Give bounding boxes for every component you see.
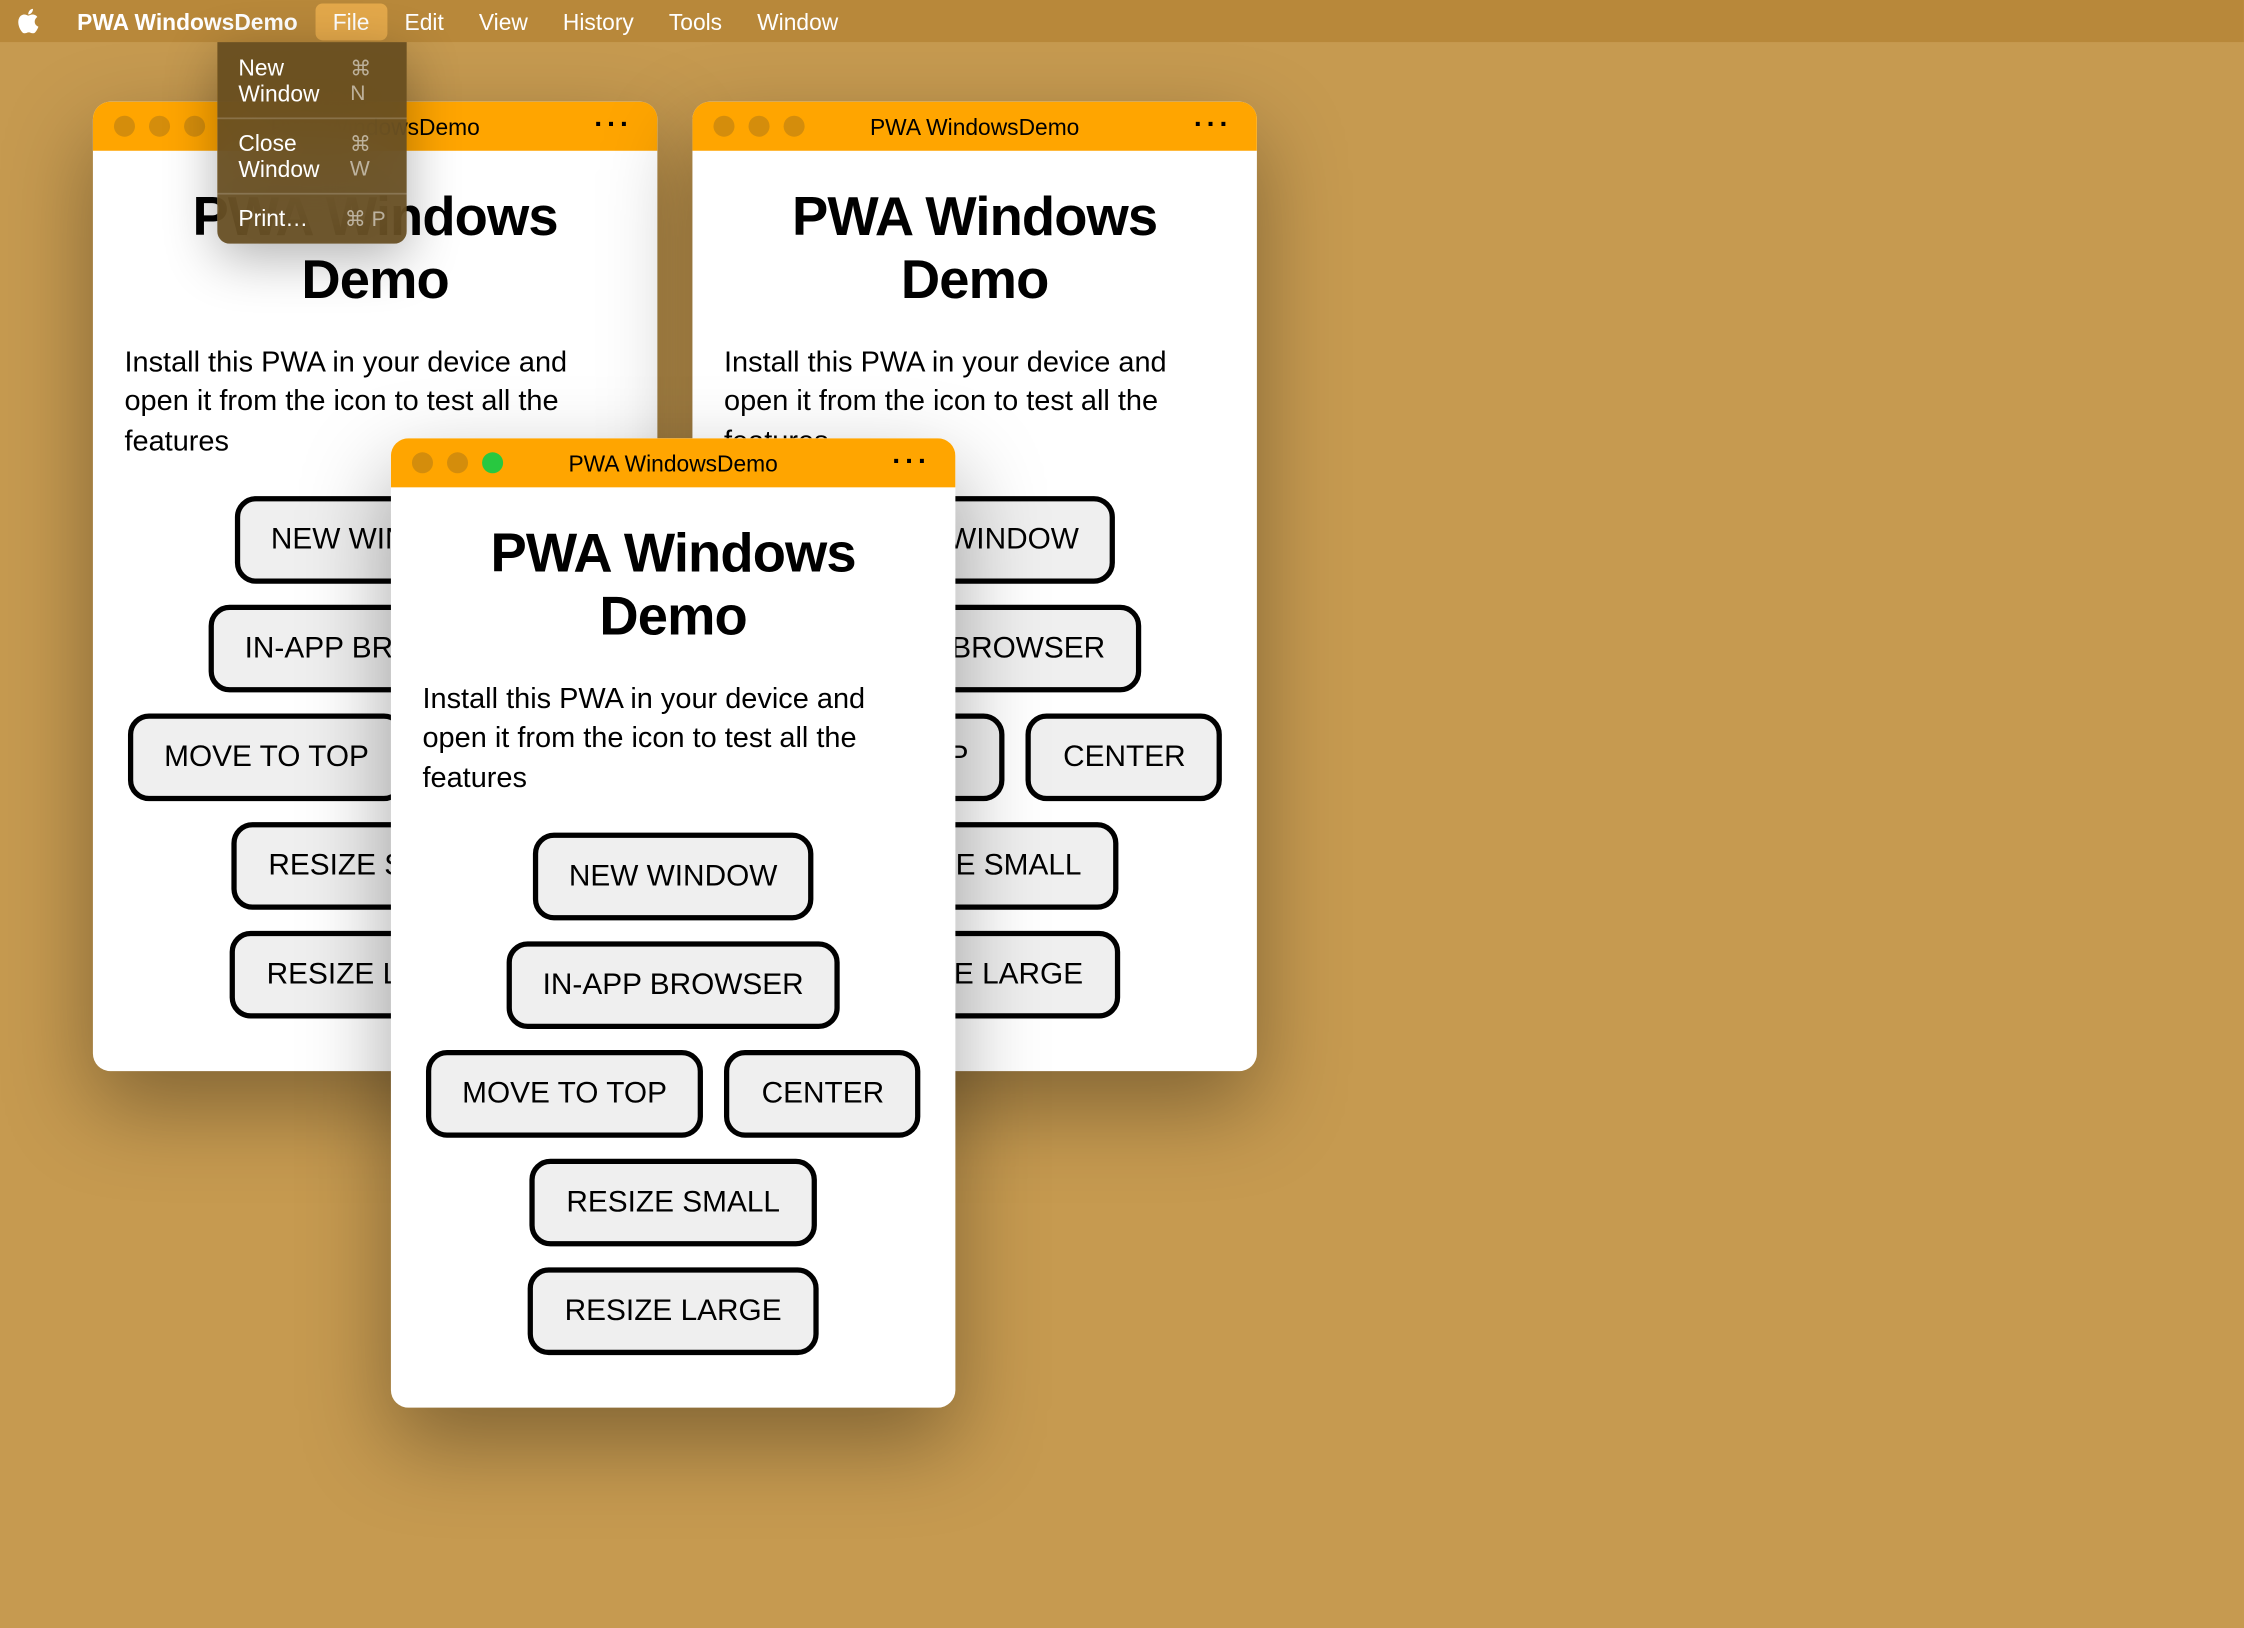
minimize-icon[interactable] (447, 452, 468, 473)
resize-small-button[interactable]: RESIZE SMALL (530, 1158, 817, 1246)
page-heading: PWA Windows Demo (724, 186, 1225, 312)
titlebar[interactable]: PWA WindowsDemo ··· (391, 438, 955, 487)
new-window-button[interactable]: NEW WINDOW (532, 832, 814, 920)
menubar-item-tools[interactable]: Tools (651, 3, 739, 40)
menu-item-label: Print… (238, 205, 308, 231)
titlebar[interactable]: PWA WindowsDemo ··· (692, 102, 1256, 151)
menubar-item-file[interactable]: File (315, 3, 387, 40)
menu-item-shortcut: ⌘ W (350, 131, 386, 180)
menu-item-label: Close Window (238, 130, 349, 183)
menu-item-shortcut: ⌘ N (350, 56, 385, 105)
close-icon[interactable] (412, 452, 433, 473)
menu-item-print[interactable]: Print… ⌘ P (217, 200, 406, 237)
window-menu-icon[interactable]: ··· (1194, 110, 1233, 142)
in-app-browser-button[interactable]: IN-APP BROWSER (506, 941, 841, 1029)
move-to-top-button[interactable]: MOVE TO TOP (425, 1050, 703, 1138)
minimize-icon[interactable] (749, 116, 770, 137)
center-button[interactable]: CENTER (725, 1050, 921, 1138)
traffic-lights (114, 116, 205, 137)
menu-item-label: New Window (238, 54, 350, 107)
page-heading: PWA Windows Demo (422, 522, 923, 648)
window-menu-icon[interactable]: ··· (594, 110, 633, 142)
minimize-icon[interactable] (149, 116, 170, 137)
menu-item-shortcut: ⌘ P (345, 206, 386, 231)
app-window-3[interactable]: PWA WindowsDemo ··· PWA Windows Demo Ins… (391, 438, 955, 1407)
zoom-icon[interactable] (482, 452, 503, 473)
button-grid: NEW WINDOW IN-APP BROWSER MOVE TO TOP CE… (422, 832, 923, 1354)
menu-item-new-window[interactable]: New Window ⌘ N (217, 49, 406, 112)
close-icon[interactable] (713, 116, 734, 137)
zoom-icon[interactable] (784, 116, 805, 137)
menubar-item-history[interactable]: History (545, 3, 651, 40)
resize-large-button[interactable]: RESIZE LARGE (528, 1267, 819, 1355)
traffic-lights (713, 116, 804, 137)
traffic-lights (412, 452, 503, 473)
window-body: PWA Windows Demo Install this PWA in you… (391, 487, 955, 1407)
menu-separator (217, 117, 406, 119)
window-menu-icon[interactable]: ··· (892, 447, 931, 479)
menu-item-close-window[interactable]: Close Window ⌘ W (217, 124, 406, 187)
file-menu-dropdown: New Window ⌘ N Close Window ⌘ W Print… ⌘… (217, 42, 406, 244)
apple-logo-icon[interactable] (14, 7, 42, 35)
menubar-item-view[interactable]: View (461, 3, 545, 40)
menubar-app-name[interactable]: PWA WindowsDemo (60, 3, 316, 40)
close-icon[interactable] (114, 116, 135, 137)
center-button[interactable]: CENTER (1026, 713, 1222, 801)
zoom-icon[interactable] (184, 116, 205, 137)
page-description: Install this PWA in your device and open… (422, 680, 923, 797)
move-to-top-button[interactable]: MOVE TO TOP (127, 713, 405, 801)
menubar: PWA WindowsDemo File Edit View History T… (0, 0, 2244, 42)
menubar-item-edit[interactable]: Edit (387, 3, 461, 40)
menubar-item-window[interactable]: Window (740, 3, 856, 40)
menu-separator (217, 193, 406, 195)
